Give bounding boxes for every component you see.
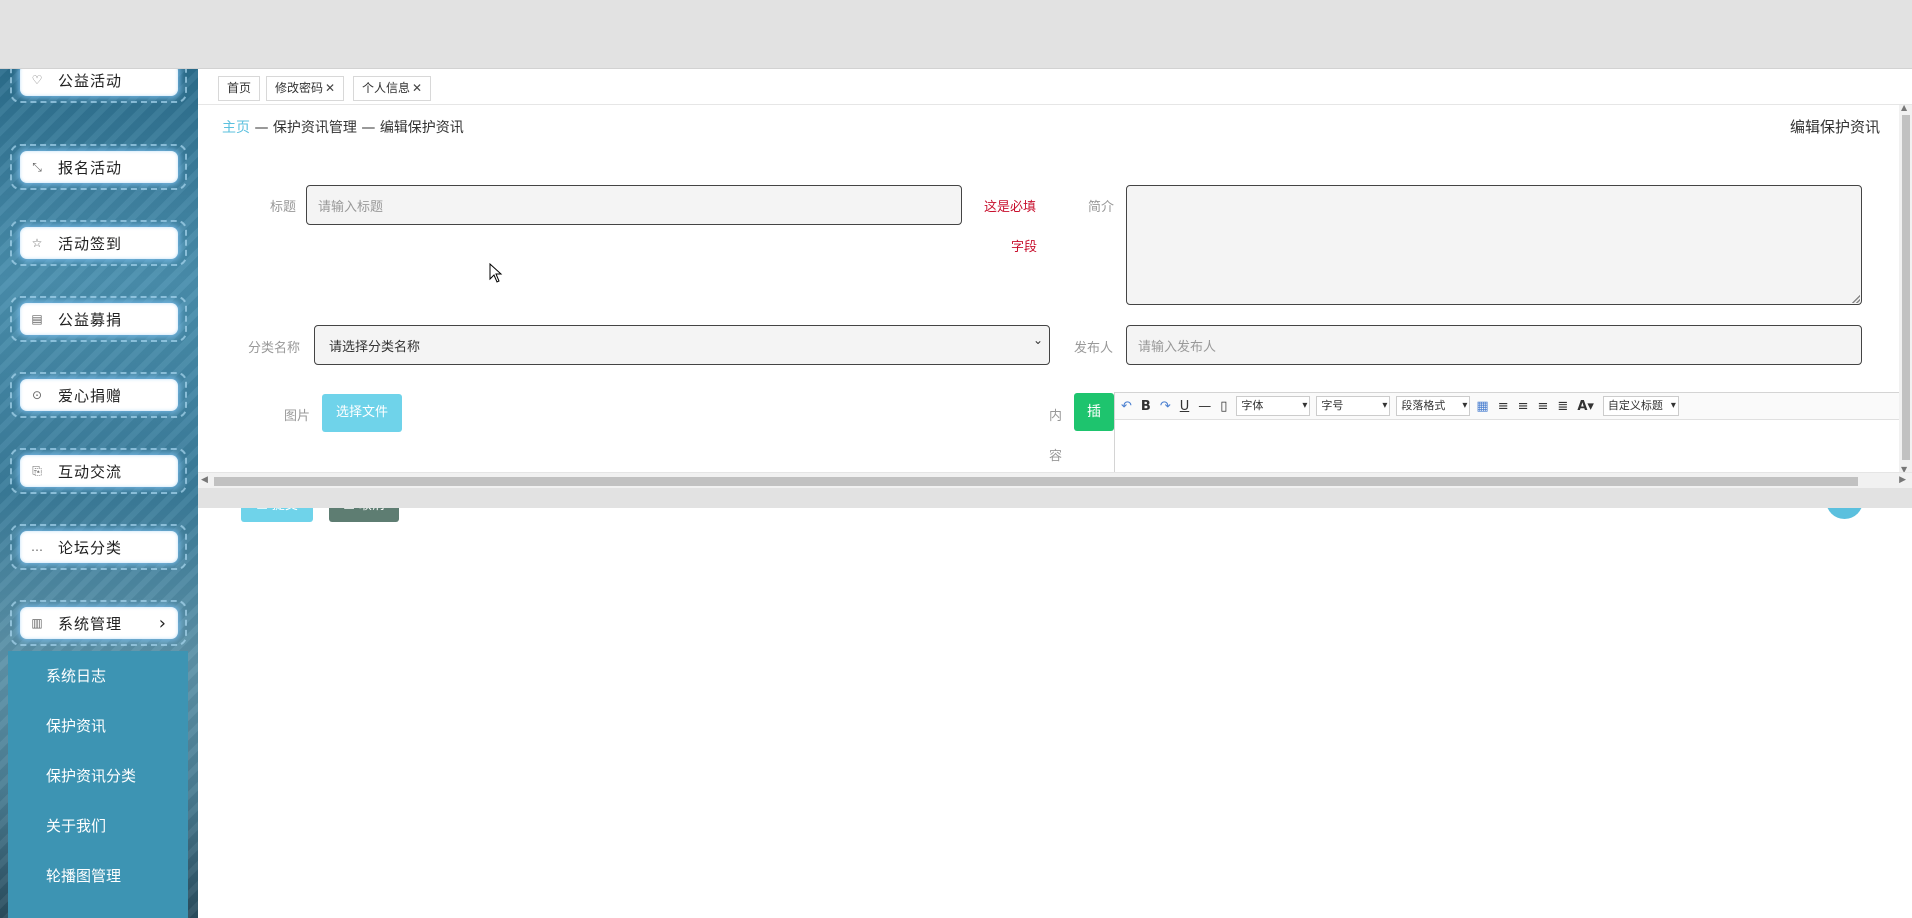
main-content: 首页 修改密码 ✕ 个人信息 ✕ 主页 — 保护资讯管理 — 编辑保护资讯 编辑保护…	[198, 69, 1912, 918]
sidebar-item-label: 公益活动	[58, 71, 123, 90]
editor-toolbar: ↶ B ↷ U — ▯ 字体 字号 段落格式 ▦ ≡ ≡ ≡ ≣ A▾ 自定义标…	[1115, 393, 1912, 420]
category-select[interactable]: 请选择分类名称 ⌄	[314, 325, 1050, 365]
sidebar-item-donation[interactable]: ⊙ 爱心捐赠	[10, 372, 187, 418]
breadcrumb-level2: 编辑保护资讯	[379, 120, 464, 136]
chevron-down-icon: ⌄	[1032, 333, 1043, 347]
title-placeholder: 请输入标题	[318, 199, 384, 215]
align-justify-icon[interactable]: ≣	[1557, 399, 1568, 414]
undo-icon[interactable]: ↶	[1121, 399, 1132, 414]
sidebar-item-label: 爱心捐赠	[58, 386, 123, 405]
intro-textarea[interactable]	[1126, 185, 1862, 305]
chart-icon: ▤	[31, 312, 43, 326]
breadcrumb-home[interactable]: 主页	[222, 120, 250, 136]
sidebar-item-fundraising[interactable]: ▤ 公益募捐	[10, 296, 187, 342]
resize-handle[interactable]	[1852, 295, 1860, 303]
submenu-item-news-category[interactable]: 保护资讯分类	[8, 751, 188, 801]
scrollbar-thumb[interactable]	[1902, 115, 1910, 460]
sidebar-item-label: 论坛分类	[58, 538, 123, 557]
tab-bar: 首页 修改密码 ✕ 个人信息 ✕	[198, 69, 1912, 105]
tab-personal-info[interactable]: 个人信息 ✕	[353, 76, 432, 101]
rich-text-editor: ↶ B ↷ U — ▯ 字体 字号 段落格式 ▦ ≡ ≡ ≡ ≣ A▾ 自定义标…	[1114, 392, 1912, 473]
insert-button[interactable]: 插	[1074, 393, 1114, 431]
scroll-up-arrow-icon[interactable]: ▲	[1901, 103, 1907, 112]
breadcrumb-separator: —	[250, 120, 273, 136]
heart-icon: ♡	[31, 73, 43, 87]
category-label: 分类名称	[248, 341, 301, 356]
footer-bar	[198, 488, 1912, 508]
bar-chart-icon: ▥	[31, 616, 43, 630]
breadcrumb-level1: 保护资讯管理	[272, 120, 357, 136]
top-header-bar	[0, 0, 1912, 69]
redo-icon[interactable]: ↷	[1160, 399, 1171, 414]
publisher-input[interactable]: 请输入发布人	[1126, 325, 1862, 365]
scrollbar-thumb[interactable]	[214, 477, 1858, 486]
publisher-label: 发布人	[1074, 341, 1114, 356]
vertical-scrollbar[interactable]: ▲ ▼	[1899, 103, 1912, 474]
submenu-item-protection-news[interactable]: 保护资讯	[8, 701, 188, 751]
required-hint-2: 字段	[1011, 240, 1038, 255]
scroll-right-arrow-icon[interactable]: ▶	[1899, 475, 1906, 485]
sidebar-item-label: 活动签到	[58, 234, 123, 253]
tab-label: 修改密码	[275, 81, 324, 95]
submenu-item-carousel[interactable]: 轮播图管理	[8, 851, 188, 901]
font-color-icon[interactable]: A▾	[1577, 399, 1594, 414]
required-hint: 这是必填	[984, 200, 1037, 215]
target-icon: ⊙	[31, 388, 43, 402]
underline-icon[interactable]: U	[1180, 399, 1190, 414]
system-submenu: 系统日志 保护资讯 保护资讯分类 关于我们 轮播图管理	[8, 651, 188, 918]
horizontal-rule-icon[interactable]: —	[1198, 399, 1211, 414]
sidebar-item-system-management[interactable]: ▥ 系统管理 ›	[10, 600, 187, 646]
sidebar-item-label: 系统管理	[58, 614, 123, 633]
paragraph-format-select[interactable]: 段落格式	[1396, 396, 1471, 416]
sidebar-item-interaction[interactable]: ⎘ 互动交流	[10, 448, 187, 494]
breadcrumb-separator: —	[356, 120, 380, 136]
close-icon[interactable]: ✕	[412, 81, 422, 95]
chevron-right-icon: ›	[158, 613, 166, 634]
submenu-item-system-log[interactable]: 系统日志	[8, 651, 188, 701]
page-icon[interactable]: ▯	[1220, 399, 1227, 414]
horizontal-scrollbar[interactable]: ◀ ▶	[198, 472, 1912, 488]
tab-label: 首页	[227, 81, 252, 95]
chat-icon: …	[31, 540, 43, 554]
custom-title-select[interactable]: 自定义标题	[1602, 396, 1679, 416]
sidebar-item-label: 互动交流	[58, 462, 123, 481]
submenu-item-about-us[interactable]: 关于我们	[8, 801, 188, 851]
breadcrumb: 主页 — 保护资讯管理 — 编辑保护资讯	[222, 117, 464, 137]
align-center-icon[interactable]: ≡	[1538, 399, 1549, 414]
sidebar-item-forum-category[interactable]: … 论坛分类	[10, 524, 187, 570]
intro-label: 简介	[1088, 200, 1115, 215]
tab-home[interactable]: 首页	[218, 76, 261, 101]
publisher-placeholder: 请输入发布人	[1138, 339, 1217, 355]
star-icon: ☆	[31, 236, 43, 250]
mouse-cursor-icon	[489, 263, 503, 283]
image-label: 图片	[284, 409, 311, 424]
category-selected-value: 请选择分类名称	[329, 339, 421, 355]
scroll-left-arrow-icon[interactable]: ◀	[201, 475, 208, 485]
compress-icon: ⤡	[32, 160, 42, 174]
font-size-select[interactable]: 字号	[1316, 396, 1391, 416]
content-label: 内	[1049, 409, 1063, 424]
title-label: 标题	[270, 200, 297, 215]
sidebar-item-signup[interactable]: ⤡ 报名活动	[10, 144, 187, 190]
sidebar-item-label: 公益募捐	[58, 310, 123, 329]
sidebar: ♡ 公益活动 ⤡ 报名活动 ☆ 活动签到 ▤ 公益募捐 ⊙ 爱心捐赠 ⎘ 互动交…	[0, 69, 198, 918]
content-label-2: 容	[1049, 449, 1063, 464]
close-icon[interactable]: ✕	[325, 81, 335, 95]
bold-icon[interactable]: B	[1141, 399, 1151, 414]
align-left-icon[interactable]: ≡	[1498, 399, 1509, 414]
document-icon: ⎘	[32, 464, 42, 478]
tab-label: 个人信息	[362, 81, 411, 95]
title-input[interactable]: 请输入标题	[306, 185, 962, 225]
page-title: 编辑保护资讯	[1789, 118, 1880, 136]
table-icon[interactable]: ▦	[1476, 399, 1488, 414]
tab-change-password[interactable]: 修改密码 ✕	[266, 76, 345, 101]
font-family-select[interactable]: 字体	[1236, 396, 1311, 416]
choose-file-button[interactable]: 选择文件	[322, 394, 402, 432]
sidebar-item-checkin[interactable]: ☆ 活动签到	[10, 220, 187, 266]
sidebar-item-label: 报名活动	[58, 158, 123, 177]
sidebar-item-public-welfare[interactable]: ♡ 公益活动	[10, 69, 187, 103]
align-right-icon[interactable]: ≡	[1518, 399, 1529, 414]
